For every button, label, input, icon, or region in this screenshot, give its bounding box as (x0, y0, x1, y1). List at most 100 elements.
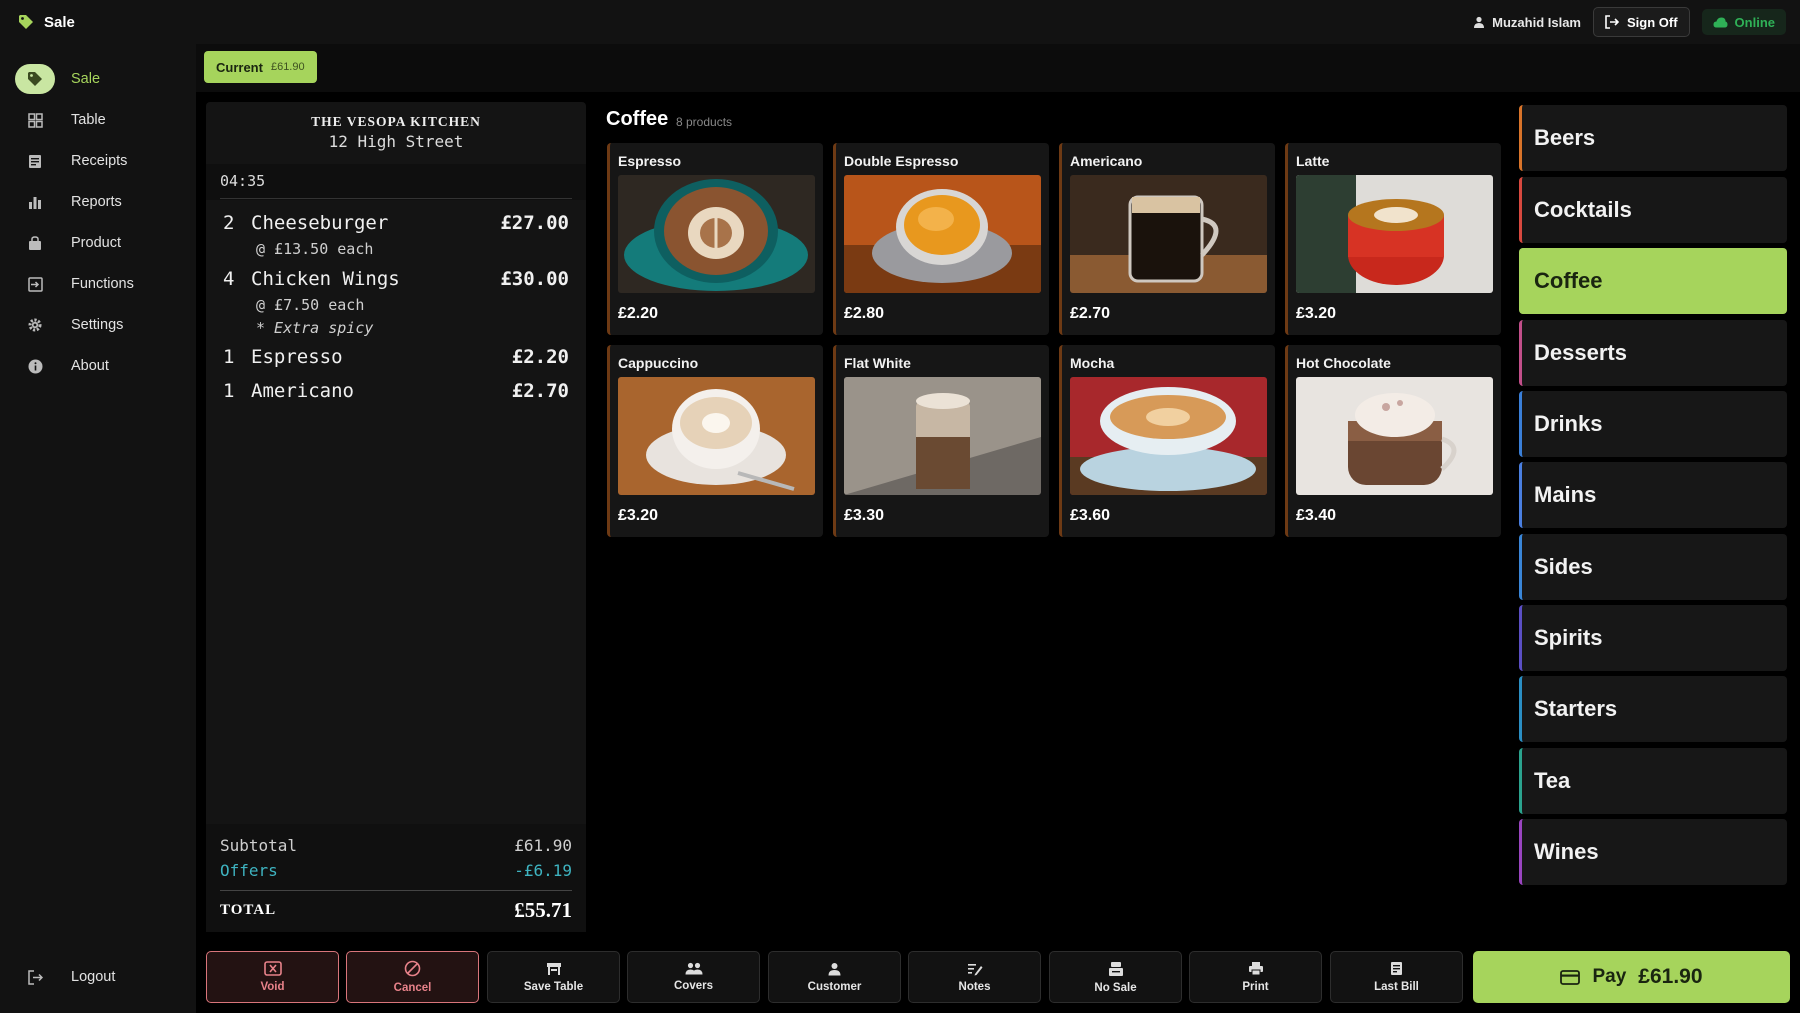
sidebar-item-label: Settings (71, 317, 124, 333)
product-name: Mocha (1070, 355, 1115, 371)
product-price: £3.40 (1296, 507, 1337, 524)
category-coffee[interactable]: Coffee (1519, 248, 1787, 314)
gear-icon (15, 310, 55, 340)
sign-off-button[interactable]: Sign Off (1593, 7, 1690, 37)
current-order-tab[interactable]: Current £61.90 (204, 51, 317, 83)
receipt-divider (220, 198, 572, 199)
item-price: £30.00 (500, 268, 569, 290)
app-title-group: Sale (18, 14, 75, 31)
product-image (1070, 377, 1267, 495)
sidebar-item-label: About (71, 358, 109, 374)
category-spirits[interactable]: Spirits (1519, 605, 1787, 671)
receipt-line-item[interactable]: 4 Chicken Wings £30.00 (223, 268, 569, 290)
app-title: Sale (44, 13, 75, 31)
receipt-line-item[interactable]: 1 Americano £2.70 (223, 380, 569, 402)
category-wines[interactable]: Wines (1519, 819, 1787, 885)
category-beers[interactable]: Beers (1519, 105, 1787, 171)
void-button[interactable]: Void (206, 951, 339, 1003)
logout-button[interactable]: Logout (15, 962, 185, 992)
tag-icon (19, 15, 33, 29)
product-card-americano[interactable]: Americano £2.70 (1059, 143, 1275, 335)
top-bar-right: Muzahid Islam Sign Off Online (1473, 7, 1786, 37)
category-cocktails[interactable]: Cocktails (1519, 177, 1787, 243)
item-qty: 1 (223, 380, 235, 402)
product-image (1296, 175, 1493, 293)
receipt-line-item[interactable]: 2 Cheeseburger £27.00 (223, 212, 569, 234)
product-image (844, 377, 1041, 495)
item-price: £27.00 (500, 212, 569, 234)
save-table-button[interactable]: Save Table (487, 951, 620, 1003)
item-qty: 1 (223, 346, 235, 368)
sidebar-item-label: Product (71, 235, 121, 251)
item-price: £2.70 (511, 380, 569, 402)
subtotal-value: £61.90 (514, 836, 572, 855)
category-title: Coffee (606, 108, 669, 130)
item-name: Americano (251, 380, 354, 402)
void-label: Void (260, 981, 285, 993)
product-image (618, 377, 815, 495)
product-card-espresso[interactable]: Espresso £2.20 (607, 143, 823, 335)
product-card-double-espresso[interactable]: Double Espresso £2.80 (833, 143, 1049, 335)
total-value: £55.71 (514, 898, 572, 922)
category-drinks[interactable]: Drinks (1519, 391, 1787, 457)
cancel-label: Cancel (393, 982, 432, 994)
product-name: Latte (1296, 153, 1330, 169)
sidebar-item-about[interactable]: About (15, 351, 185, 381)
sidebar-item-product[interactable]: Product (15, 228, 185, 258)
cash-register-icon (1108, 961, 1123, 976)
category-desserts[interactable]: Desserts (1519, 320, 1787, 386)
covers-button[interactable]: Covers (627, 951, 760, 1003)
product-card-hot-chocolate[interactable]: Hot Chocolate £3.40 (1285, 345, 1501, 537)
sidebar-item-receipts[interactable]: Receipts (15, 146, 185, 176)
category-mains[interactable]: Mains (1519, 462, 1787, 528)
category-starters[interactable]: Starters (1519, 676, 1787, 742)
product-price: £2.70 (1070, 305, 1111, 322)
notes-button[interactable]: Notes (908, 951, 1041, 1003)
category-tea[interactable]: Tea (1519, 748, 1787, 814)
sidebar-item-sale[interactable]: Sale (15, 64, 185, 94)
item-unit-price: @ £7.50 each (256, 296, 365, 314)
sidebar-item-label: Functions (71, 276, 134, 292)
receipt-time: 04:35 (220, 172, 266, 190)
covers-label: Covers (674, 980, 713, 992)
product-image (618, 175, 815, 293)
product-card-cappuccino[interactable]: Cappuccino £3.20 (607, 345, 823, 537)
item-unit-price: @ £13.50 each (256, 240, 374, 258)
last-bill-button[interactable]: Last Bill (1330, 951, 1463, 1003)
product-card-mocha[interactable]: Mocha £3.60 (1059, 345, 1275, 537)
customer-button[interactable]: Customer (768, 951, 901, 1003)
item-price: £2.20 (511, 346, 569, 368)
product-price: £3.20 (618, 507, 659, 524)
product-name: Cappuccino (618, 355, 699, 371)
category-product-count: 8 products (676, 115, 733, 129)
offers-label: Offers (220, 861, 278, 880)
cancel-button[interactable]: Cancel (346, 951, 479, 1003)
logout-label: Logout (71, 969, 116, 985)
printer-icon (1248, 962, 1263, 976)
receipt-line-item[interactable]: 1 Espresso £2.20 (223, 346, 569, 368)
sidebar-item-settings[interactable]: Settings (15, 310, 185, 340)
print-button[interactable]: Print (1189, 951, 1322, 1003)
notes-label: Notes (958, 980, 991, 993)
sidebar-item-functions[interactable]: Functions (15, 269, 185, 299)
logout-icon (15, 962, 55, 992)
item-qty: 2 (223, 212, 235, 234)
last-bill-label: Last Bill (1374, 981, 1419, 993)
item-note: * Extra spicy (256, 319, 374, 337)
top-bar: Sale Muzahid Islam Sign Off Online (0, 0, 1800, 44)
product-price: £3.60 (1070, 507, 1111, 524)
category-sides[interactable]: Sides (1519, 534, 1787, 600)
product-card-latte[interactable]: Latte £3.20 (1285, 143, 1501, 335)
receipt-icon (15, 146, 55, 176)
product-image (844, 175, 1041, 293)
user-name: Muzahid Islam (1492, 14, 1581, 30)
product-card-flat-white[interactable]: Flat White £3.30 (833, 345, 1049, 537)
sidebar-item-table[interactable]: Table (15, 105, 185, 135)
no-sale-button[interactable]: No Sale (1049, 951, 1182, 1003)
pay-button[interactable]: Pay £61.90 (1473, 951, 1790, 1003)
ban-icon (404, 960, 421, 977)
receipt-panel: THE VESOPA KITCHEN 12 High Street 04:35 … (206, 102, 586, 932)
sidebar-item-reports[interactable]: Reports (15, 187, 185, 217)
subtotal-label: Subtotal (220, 836, 298, 855)
current-order-amount: £61.90 (270, 61, 305, 73)
